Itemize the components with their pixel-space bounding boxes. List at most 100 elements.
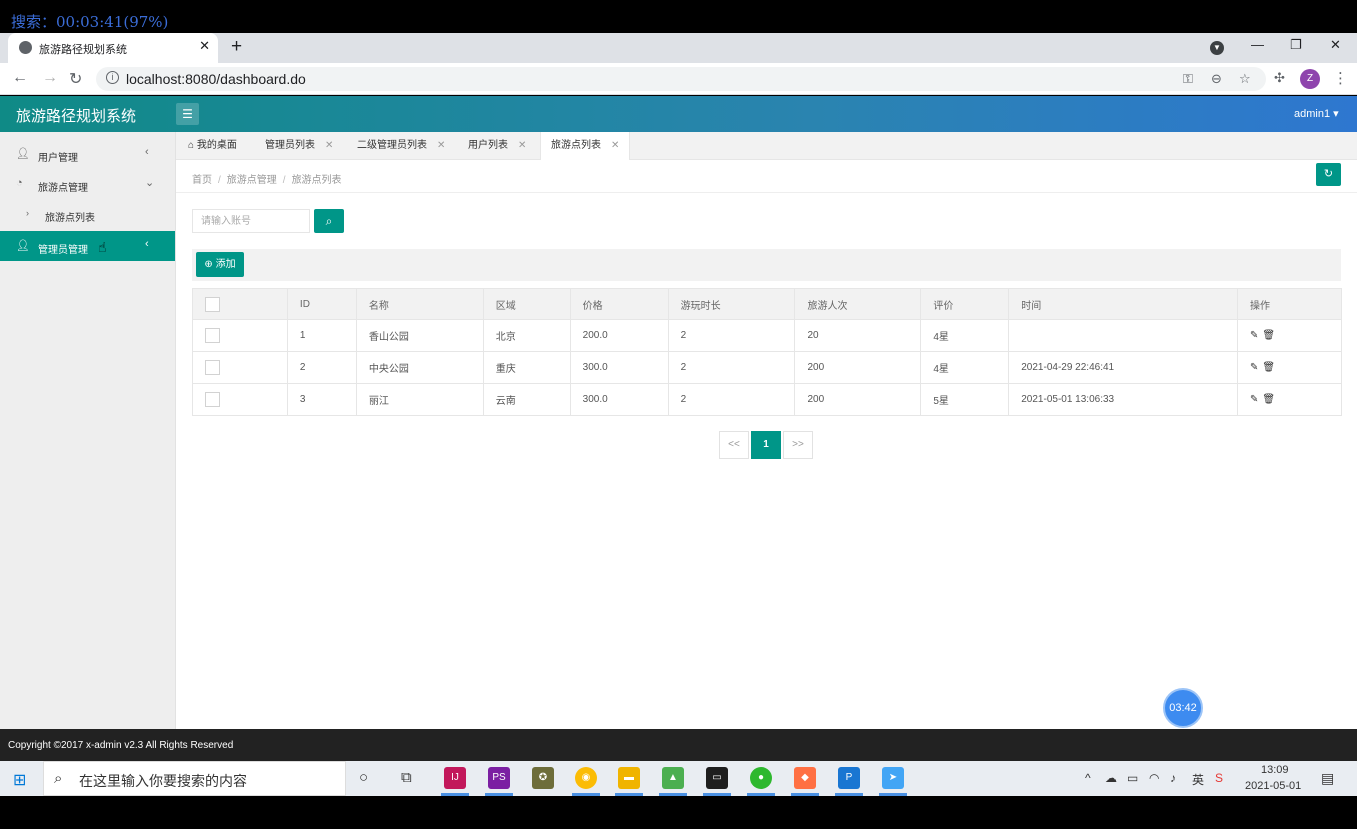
running-indicator xyxy=(441,793,469,796)
running-indicator xyxy=(703,793,731,796)
omnibox[interactable]: i localhost:8080/dashboard.do ⚿ ⊖ ☆ xyxy=(96,67,1266,91)
plus-circle-icon: ⊕ xyxy=(204,259,213,270)
table-cell: 4星 xyxy=(920,319,1010,352)
notification-icon[interactable]: ▤ xyxy=(1321,770,1334,787)
table-row: 3 丽江 云南 300.0 2 200 5星 2021-05-01 13:06:… xyxy=(192,383,1342,416)
input-method-icon[interactable]: 英 xyxy=(1192,771,1204,788)
table-cell: 3 xyxy=(286,383,357,416)
page-tabs: ⌂ 我的桌面 管理员列表 ✕ 二级管理员列表 ✕ 用户列表 ✕ 旅游点列表 ✕ xyxy=(176,132,1357,160)
table-cell: 2021-05-01 13:06:33 xyxy=(1008,383,1239,416)
game-icon[interactable]: ✪ xyxy=(532,767,554,789)
search-input[interactable] xyxy=(192,209,310,233)
network-icon[interactable]: ◠ xyxy=(1149,771,1159,785)
edit-icon[interactable]: ✎ xyxy=(1250,362,1262,373)
sogou-icon[interactable]: S xyxy=(1215,771,1223,785)
tab-desktop[interactable]: ⌂ 我的桌面 xyxy=(188,132,237,160)
tray-expand-icon[interactable]: ^ xyxy=(1085,771,1091,785)
back-button[interactable]: ← xyxy=(12,69,28,87)
onedrive-icon[interactable]: ☁ xyxy=(1105,771,1117,785)
wechat-icon[interactable]: ● xyxy=(750,767,772,789)
edit-icon[interactable]: ✎ xyxy=(1250,394,1262,405)
page-number-button[interactable]: 1 xyxy=(751,431,781,459)
zoom-icon[interactable]: ⊖ xyxy=(1211,71,1222,87)
tab-admin-list[interactable]: 管理员列表 ✕ xyxy=(265,132,333,160)
terminal-icon[interactable]: ▭ xyxy=(706,767,728,789)
volume-icon[interactable]: ♪ xyxy=(1170,771,1176,785)
table-cell: 北京 xyxy=(482,319,571,352)
close-icon[interactable]: ✕ xyxy=(325,140,333,151)
sidebar-subitem-spot-list[interactable]: › 旅游点列表 xyxy=(0,199,175,229)
info-icon[interactable]: i xyxy=(106,71,119,84)
minimize-button[interactable]: — xyxy=(1251,37,1264,52)
breadcrumb-home[interactable]: 首页 xyxy=(192,175,212,186)
tab-sub-admin-list[interactable]: 二级管理员列表 ✕ xyxy=(357,132,445,160)
table-cell: 丽江 xyxy=(355,383,484,416)
refresh-button[interactable]: ↻ xyxy=(1316,163,1341,186)
browser-tab[interactable]: 旅游路径规划系统 ✕ xyxy=(8,33,218,63)
row-checkbox[interactable] xyxy=(205,392,220,407)
photos-icon[interactable]: ▲ xyxy=(662,767,684,789)
more-menu-icon[interactable]: ⋮ xyxy=(1333,69,1348,87)
row-checkbox[interactable] xyxy=(205,328,220,343)
trash-icon[interactable]: 🗑︎ xyxy=(1262,394,1279,405)
select-all-checkbox[interactable] xyxy=(205,296,220,312)
new-tab-button[interactable]: + xyxy=(231,36,242,58)
address-bar-row: ← → ↻ i localhost:8080/dashboard.do ⚿ ⊖ … xyxy=(0,63,1357,95)
profile-avatar[interactable]: Z xyxy=(1300,69,1320,89)
floating-timer[interactable]: 03:42 xyxy=(1163,688,1203,728)
menu-toggle-button[interactable]: ☰ xyxy=(176,103,199,125)
clock-time[interactable]: 13:09 xyxy=(1261,764,1289,776)
forward-button[interactable]: → xyxy=(42,69,58,87)
sidebar-item-users[interactable]: 👤︎ 用户管理 ‹ xyxy=(0,139,175,169)
restore-button[interactable]: ❐ xyxy=(1290,37,1302,53)
trash-icon[interactable]: 🗑︎ xyxy=(1262,362,1279,373)
search-icon: ⌕ xyxy=(325,214,333,228)
task-view-icon[interactable]: ⧉ xyxy=(401,769,412,786)
star-icon[interactable]: ☆ xyxy=(1239,71,1251,87)
sidebar-item-admins[interactable]: 👤︎ 管理员管理 ‹ xyxy=(0,231,175,261)
phpstorm-icon[interactable]: PS xyxy=(488,767,510,789)
trash-icon[interactable]: 🗑︎ xyxy=(1262,330,1279,341)
row-checkbox[interactable] xyxy=(205,360,220,375)
add-button[interactable]: ⊕ 添加 xyxy=(196,252,244,277)
p-app-icon[interactable]: P xyxy=(838,767,860,789)
close-window-button[interactable]: ✕ xyxy=(1330,37,1341,53)
breadcrumb-section[interactable]: 旅游点管理 xyxy=(227,175,277,186)
file-explorer-icon[interactable]: ▬ xyxy=(618,767,640,789)
tab-spot-list[interactable]: 旅游点列表 ✕ xyxy=(540,132,631,160)
table-cell: 2 xyxy=(667,351,796,384)
close-tab-icon[interactable]: ✕ xyxy=(199,38,210,54)
close-icon[interactable]: ✕ xyxy=(611,140,619,151)
column-header: 时间 xyxy=(1008,288,1239,320)
close-icon[interactable]: ✕ xyxy=(518,140,526,151)
user-menu[interactable]: admin1 ▾ xyxy=(1294,107,1339,120)
intellij-icon[interactable]: IJ xyxy=(444,767,466,789)
reload-button[interactable]: ↻ xyxy=(69,69,82,89)
cortana-icon[interactable]: ○ xyxy=(359,769,368,786)
close-icon[interactable]: ✕ xyxy=(437,140,445,151)
key-icon[interactable]: ⚿ xyxy=(1183,71,1193,87)
app-diamond-icon[interactable]: ◆ xyxy=(794,767,816,789)
column-header: 操作 xyxy=(1237,288,1342,320)
next-page-button[interactable]: >> xyxy=(783,431,813,459)
url-text[interactable]: localhost:8080/dashboard.do xyxy=(126,71,306,87)
chrome-icon[interactable]: ◉ xyxy=(575,767,597,789)
sidebar-item-spots[interactable]: ◔ 旅游点管理 ⌄ xyxy=(0,169,175,199)
edit-icon[interactable]: ✎ xyxy=(1250,330,1262,341)
running-indicator xyxy=(485,793,513,796)
search-button[interactable]: ⌕ xyxy=(314,209,344,233)
battery-icon[interactable]: ▭ xyxy=(1127,771,1138,785)
table-cell: 2 xyxy=(667,383,796,416)
extensions-icon[interactable]: ✣ xyxy=(1274,70,1285,86)
user-icon: 👤︎ xyxy=(16,240,30,252)
tab-label: 二级管理员列表 xyxy=(357,140,427,151)
prev-page-button[interactable]: << xyxy=(719,431,749,459)
windows-start-icon[interactable]: ⊞ xyxy=(13,770,26,790)
dolphin-app-icon[interactable]: ➤ xyxy=(882,767,904,789)
tab-user-list[interactable]: 用户列表 ✕ xyxy=(468,132,526,160)
tab-label: 管理员列表 xyxy=(265,140,315,151)
tab-search-icon[interactable]: ▼ xyxy=(1210,41,1224,55)
taskbar-search-box[interactable]: ⌕ 在这里输入你要搜索的内容 xyxy=(43,761,346,796)
recording-status: 搜索：00:03:41(97%) xyxy=(11,13,169,31)
clock-date[interactable]: 2021-05-01 xyxy=(1245,780,1301,792)
